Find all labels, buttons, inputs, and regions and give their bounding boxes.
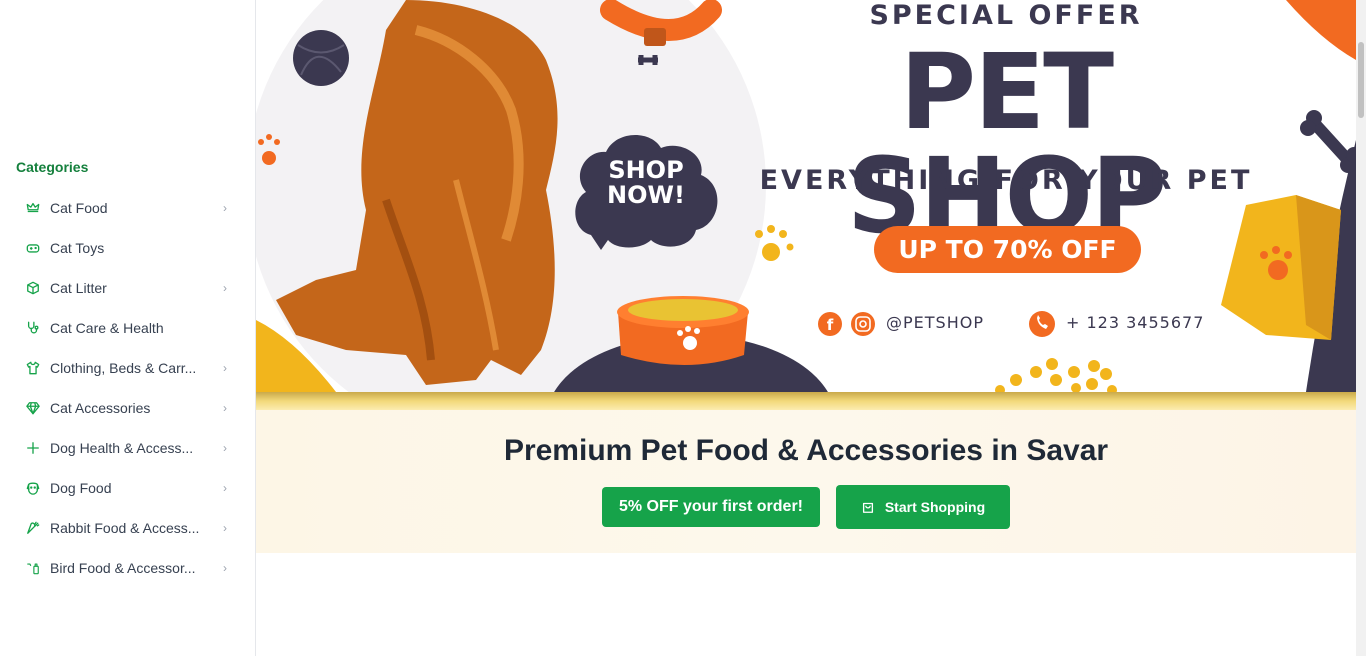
bone-icon <box>1300 110 1356 173</box>
yarn-ball-icon <box>293 30 349 86</box>
sidebar-item-dog-food[interactable]: Dog Food › <box>16 468 240 508</box>
chevron-right-icon: › <box>223 281 227 295</box>
bird-bottle-icon <box>26 561 40 575</box>
carrot-icon <box>26 521 40 535</box>
sidebar: Categories Cat Food › Cat Toys Cat Litte… <box>0 0 256 656</box>
special-offer-text: SPECIAL OFFER <box>869 0 1143 31</box>
phone-number: + 123 3455677 <box>1066 313 1205 332</box>
sidebar-item-label: Cat Litter <box>50 280 107 296</box>
shirt-icon <box>26 361 40 375</box>
sidebar-item-dog-health[interactable]: Dog Health & Access... › <box>16 428 240 468</box>
promo-banner[interactable]: f SPECIAL OFFER PET SHOP EVERYTHING FOR … <box>256 0 1356 392</box>
gem-icon <box>26 401 40 415</box>
sidebar-item-cat-accessories[interactable]: Cat Accessories › <box>16 388 240 428</box>
gamepad-icon <box>26 241 40 255</box>
start-shopping-button[interactable]: Start Shopping <box>836 485 1010 529</box>
instagram-icon <box>851 312 875 336</box>
category-list: Cat Food › Cat Toys Cat Litter › Cat Car… <box>16 188 240 588</box>
chevron-right-icon: › <box>223 521 227 535</box>
chevron-right-icon: › <box>223 441 227 455</box>
sidebar-item-label: Rabbit Food & Access... <box>50 520 200 536</box>
start-shopping-label: Start Shopping <box>884 499 986 515</box>
sidebar-item-label: Cat Care & Health <box>50 320 164 336</box>
sidebar-item-label: Dog Food <box>50 480 112 496</box>
stethoscope-icon <box>26 321 40 335</box>
sidebar-item-label: Cat Accessories <box>50 400 151 416</box>
chevron-right-icon: › <box>223 401 227 415</box>
crown-icon <box>26 201 40 215</box>
sidebar-item-bird-food[interactable]: Bird Food & Accessor... › <box>16 548 240 588</box>
sidebar-item-label: Dog Health & Access... <box>50 440 194 456</box>
svg-text:f: f <box>827 316 834 334</box>
plus-icon <box>26 441 40 455</box>
page: Categories Cat Food › Cat Toys Cat Litte… <box>0 0 1366 656</box>
chevron-right-icon: › <box>223 361 227 375</box>
sidebar-item-label: Clothing, Beds & Carr... <box>50 360 197 376</box>
chevron-right-icon: › <box>223 481 227 495</box>
shop-now-line-1: SHOP <box>608 156 684 184</box>
shopping-bag-icon <box>862 502 873 513</box>
sidebar-item-label: Cat Toys <box>50 240 105 256</box>
scrollbar-thumb[interactable] <box>1358 42 1364 118</box>
hero-section: Premium Pet Food & Accessories in Savar … <box>256 410 1356 553</box>
shop-now-text: SHOP NOW! <box>586 156 706 210</box>
kibble-dots <box>995 358 1117 392</box>
social-handle: @PETSHOP <box>886 313 984 332</box>
pet-shop-headline: PET SHOP <box>846 31 1168 257</box>
sidebar-item-cat-toys[interactable]: Cat Toys <box>16 228 240 268</box>
page-scrollbar[interactable] <box>1356 0 1366 656</box>
sidebar-item-rabbit-food[interactable]: Rabbit Food & Access... › <box>16 508 240 548</box>
sidebar-item-label: Cat Food <box>50 200 108 216</box>
sidebar-item-clothing-beds[interactable]: Clothing, Beds & Carr... › <box>16 348 240 388</box>
categories-heading: Categories <box>16 159 89 175</box>
banner-tagline: EVERYTHING FOR YOUR PET <box>759 165 1253 196</box>
sidebar-item-cat-care-health[interactable]: Cat Care & Health <box>16 308 240 348</box>
box-icon <box>26 281 40 295</box>
gold-divider <box>256 392 1356 410</box>
sidebar-item-cat-litter[interactable]: Cat Litter › <box>16 268 240 308</box>
sale-badge: UP TO 70% OFF <box>874 226 1141 273</box>
first-order-offer-button[interactable]: 5% OFF your first order! <box>602 487 820 527</box>
chevron-right-icon: › <box>223 201 227 215</box>
chevron-right-icon: › <box>223 561 227 575</box>
shop-now-line-2: NOW! <box>607 181 685 210</box>
phone-icon <box>1029 311 1055 337</box>
food-bowl-illustration <box>617 296 749 365</box>
sidebar-item-cat-food[interactable]: Cat Food › <box>16 188 240 228</box>
sidebar-item-label: Bird Food & Accessor... <box>50 560 196 576</box>
dog-face-icon <box>26 481 40 495</box>
hero-title: Premium Pet Food & Accessories in Savar <box>503 434 1109 467</box>
